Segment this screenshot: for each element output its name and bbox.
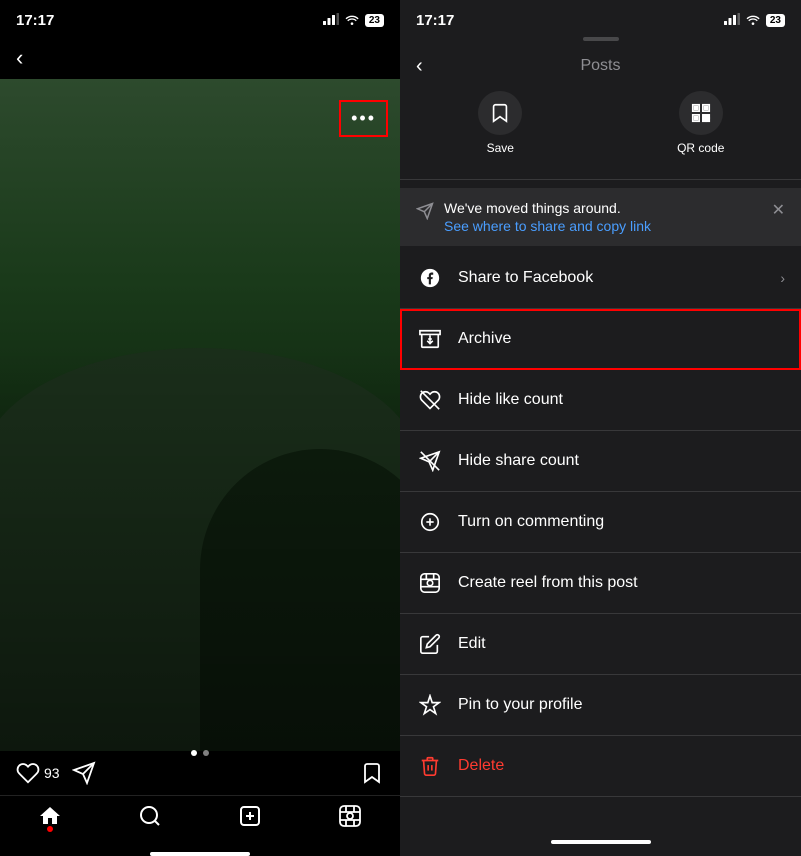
hide-like-label: Hide like count — [458, 391, 785, 409]
status-bar-right: 17:17 23 — [400, 0, 801, 37]
menu-item-create-reel[interactable]: Create reel from this post — [400, 553, 801, 614]
hide-share-icon — [416, 447, 444, 475]
landscape-background — [0, 79, 400, 751]
facebook-icon — [416, 264, 444, 292]
signal-icon-left — [323, 13, 339, 28]
nav-home[interactable] — [38, 804, 62, 828]
menu-item-delete[interactable]: Delete — [400, 736, 801, 797]
archive-label: Archive — [458, 330, 785, 348]
signal-icon-right — [724, 13, 740, 28]
archive-icon — [416, 325, 444, 353]
hide-share-label: Hide share count — [458, 452, 785, 470]
time-left: 17:17 — [16, 12, 54, 29]
sheet-handle — [583, 37, 619, 41]
qr-icon — [679, 91, 723, 135]
home-notification-dot — [47, 826, 53, 832]
qr-label: QR code — [677, 141, 724, 155]
post-actions: 93 — [0, 751, 400, 795]
info-text-container: We've moved things around. See where to … — [444, 200, 764, 234]
edit-label: Edit — [458, 635, 785, 653]
info-banner: We've moved things around. See where to … — [400, 188, 801, 246]
pin-icon — [416, 691, 444, 719]
sheet-title: Posts — [580, 57, 620, 75]
menu-item-commenting[interactable]: Turn on commenting — [400, 492, 801, 553]
status-icons-left: 23 — [323, 13, 384, 28]
time-right: 17:17 — [416, 12, 454, 29]
back-button-left[interactable]: ‹ — [16, 45, 23, 71]
edit-icon — [416, 630, 444, 658]
menu-item-hide-share[interactable]: Hide share count — [400, 431, 801, 492]
share-facebook-label: Share to Facebook — [458, 269, 780, 287]
home-indicator-right — [551, 840, 651, 844]
hide-like-icon — [416, 386, 444, 414]
nav-reels[interactable] — [338, 804, 362, 828]
share-button[interactable] — [72, 761, 96, 785]
info-close-button[interactable]: ✕ — [772, 200, 785, 220]
menu-item-hide-like[interactable]: Hide like count — [400, 370, 801, 431]
create-reel-icon — [416, 569, 444, 597]
menu-item-edit[interactable]: Edit — [400, 614, 801, 675]
create-reel-label: Create reel from this post — [458, 574, 785, 592]
save-icon — [478, 91, 522, 135]
delete-label: Delete — [458, 757, 785, 775]
like-count: 93 — [44, 765, 60, 781]
post-image — [0, 79, 400, 751]
status-icons-right: 23 — [724, 13, 785, 28]
wifi-icon-left — [344, 13, 360, 28]
home-indicator-left — [150, 852, 250, 856]
save-label: Save — [487, 141, 514, 155]
menu-item-share-facebook[interactable]: Share to Facebook › — [400, 248, 801, 309]
top-bar-left: ‹ — [0, 37, 400, 79]
left-panel: 17:17 23 ‹ ••• — [0, 0, 400, 856]
like-button[interactable]: 93 — [16, 761, 60, 785]
info-link[interactable]: See where to share and copy link — [444, 218, 764, 234]
three-dots-button[interactable]: ••• — [339, 100, 388, 137]
quick-actions: Save QR code — [400, 83, 801, 180]
info-nav-icon — [416, 202, 434, 225]
status-bar-left: 17:17 23 — [0, 0, 400, 37]
delete-icon — [416, 752, 444, 780]
wifi-icon-right — [745, 13, 761, 28]
right-panel: 17:17 23 ‹ Posts — [400, 0, 801, 856]
post-actions-left: 93 — [16, 761, 96, 785]
commenting-icon — [416, 508, 444, 536]
battery-left: 23 — [365, 14, 384, 27]
landscape-overlay — [0, 348, 400, 751]
info-main-text: We've moved things around. — [444, 200, 764, 216]
menu-item-archive[interactable]: Archive — [400, 309, 801, 370]
menu-list: Share to Facebook › Archive — [400, 248, 801, 832]
save-quick-action[interactable]: Save — [400, 83, 601, 163]
back-button-right[interactable]: ‹ — [416, 55, 423, 78]
save-button-left[interactable] — [360, 761, 384, 785]
share-facebook-chevron: › — [780, 270, 785, 286]
pin-label: Pin to your profile — [458, 696, 785, 714]
battery-right: 23 — [766, 14, 785, 27]
top-bar-right: ‹ Posts — [400, 53, 801, 83]
nav-add[interactable] — [238, 804, 262, 828]
menu-item-pin[interactable]: Pin to your profile — [400, 675, 801, 736]
qr-quick-action[interactable]: QR code — [601, 83, 801, 163]
commenting-label: Turn on commenting — [458, 513, 785, 531]
nav-search[interactable] — [138, 804, 162, 828]
nav-bar — [0, 795, 400, 848]
